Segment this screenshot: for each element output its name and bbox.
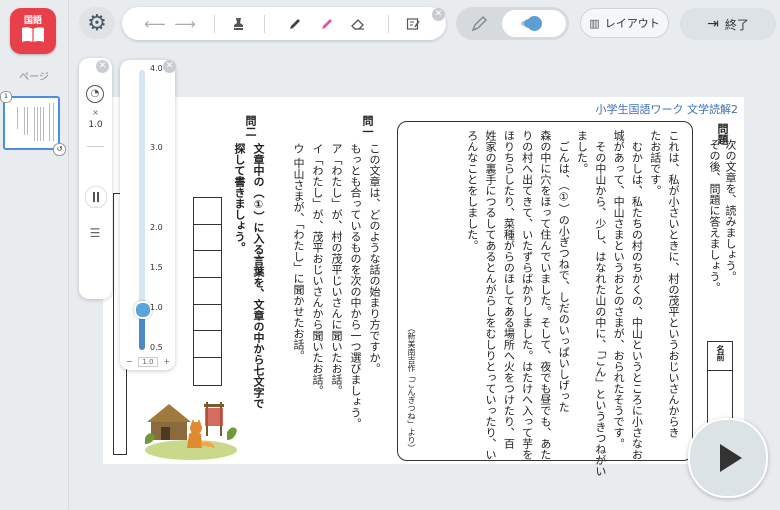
answer-cell[interactable]	[194, 278, 221, 305]
instruction-text: 次の文章を、読みましょう。 その後、問題に答えましょう。	[708, 139, 737, 293]
play-button[interactable]	[688, 418, 768, 498]
arrow-right-icon[interactable]: ⟶	[172, 7, 198, 40]
series-title: 小学生国語ワーク 文学読解2	[595, 103, 739, 116]
end-button-label: 終了	[724, 17, 749, 32]
tool-bar: ⟵ ⟶	[122, 7, 446, 40]
stamp-icon[interactable]	[226, 7, 252, 40]
exit-icon: ⇥	[707, 16, 719, 32]
slider-tick: 1.0	[150, 303, 163, 312]
slider-tick: 1.5	[150, 263, 163, 272]
pen-icon[interactable]	[282, 7, 308, 40]
input-mode-toggle	[456, 7, 569, 40]
arrow-left-icon[interactable]: ⟵	[142, 7, 168, 40]
touch-mode-icon[interactable]	[502, 10, 566, 37]
app-icon-label: 国語	[23, 16, 42, 26]
panel-divider	[87, 146, 104, 147]
thumbnail-number: 1	[0, 91, 12, 103]
thumbnail-menu-icon[interactable]: ↺	[53, 143, 66, 156]
speed-gauge-icon[interactable]: ◔	[86, 85, 104, 103]
question-2-label: 問二	[244, 115, 257, 137]
layout-button[interactable]: ▥ レイアウト	[580, 8, 669, 38]
book-icon	[22, 27, 44, 42]
slider-tick: 2.0	[150, 223, 163, 232]
pause-icon[interactable]	[85, 186, 107, 208]
speed-prefix: ×	[92, 108, 99, 117]
answer-cell[interactable]	[194, 225, 221, 252]
app-icon[interactable]: 国語	[10, 8, 56, 54]
slider-value: 1.0	[138, 356, 158, 367]
toolbar-close-icon[interactable]: ✕	[432, 8, 445, 21]
slider-tick: 0.5	[150, 343, 163, 352]
edit-note-icon[interactable]	[400, 7, 426, 40]
name-label: 名前	[716, 345, 725, 361]
decrease-button[interactable]: −	[126, 357, 133, 366]
settings-gear-icon[interactable]: ⚙	[79, 7, 115, 39]
increase-button[interactable]: +	[163, 357, 170, 366]
panel-close-icon[interactable]: ✕	[96, 60, 109, 73]
question-1-text: この文章は、どのような話の始まり方ですか。 もっとも合っているものを次の中から一…	[292, 143, 381, 429]
story-text: これは、私が小さいときに、村の茂平というおじいさんからき たお話です。 むかしは…	[465, 130, 680, 477]
layout-button-label: レイアウト	[604, 17, 660, 30]
worksheet-page: 小学生国語ワーク 文学読解2 問題 次の文章を、読みましょう。 その後、問題に答…	[103, 97, 744, 477]
speed-slider-popup	[120, 60, 175, 370]
slider-close-icon[interactable]: ✕	[163, 60, 176, 73]
question-1-label: 問一	[361, 115, 374, 137]
story-source: （新美南吉作「ごんぎつね」より）	[407, 324, 416, 452]
pen-mode-icon[interactable]	[456, 7, 502, 40]
eraser-icon[interactable]	[344, 7, 370, 40]
answer-cell[interactable]	[194, 305, 221, 332]
fox-and-farmhouse-illustration	[145, 402, 237, 460]
speed-value: 1.0	[88, 120, 103, 130]
slider-tick: 3.0	[150, 143, 163, 152]
slider-tick: 4.0	[150, 64, 163, 73]
answer-cell[interactable]	[194, 198, 221, 225]
answer-cell[interactable]	[194, 358, 221, 385]
end-button[interactable]: ⇥ 終了	[680, 8, 776, 40]
answer-grid[interactable]	[193, 197, 222, 386]
play-icon	[720, 444, 742, 472]
page-thumbnail[interactable]	[3, 96, 60, 150]
story-box: これは、私が小さいときに、村の茂平というおじいさんからき たお話です。 むかしは…	[397, 121, 693, 477]
question-2-text: 文章中の（①）に入る言葉を、文章の中から七文字で 探して書きましょう。	[233, 143, 265, 409]
highlighter-icon[interactable]	[314, 7, 340, 40]
list-settings-icon[interactable]: ☰	[86, 226, 104, 240]
answer-cell[interactable]	[194, 251, 221, 279]
slider-stepper: − 1.0 +	[126, 355, 170, 368]
layout-icon: ▥	[589, 16, 600, 30]
answer-cell[interactable]	[194, 331, 221, 359]
pages-label: ページ	[19, 72, 49, 83]
